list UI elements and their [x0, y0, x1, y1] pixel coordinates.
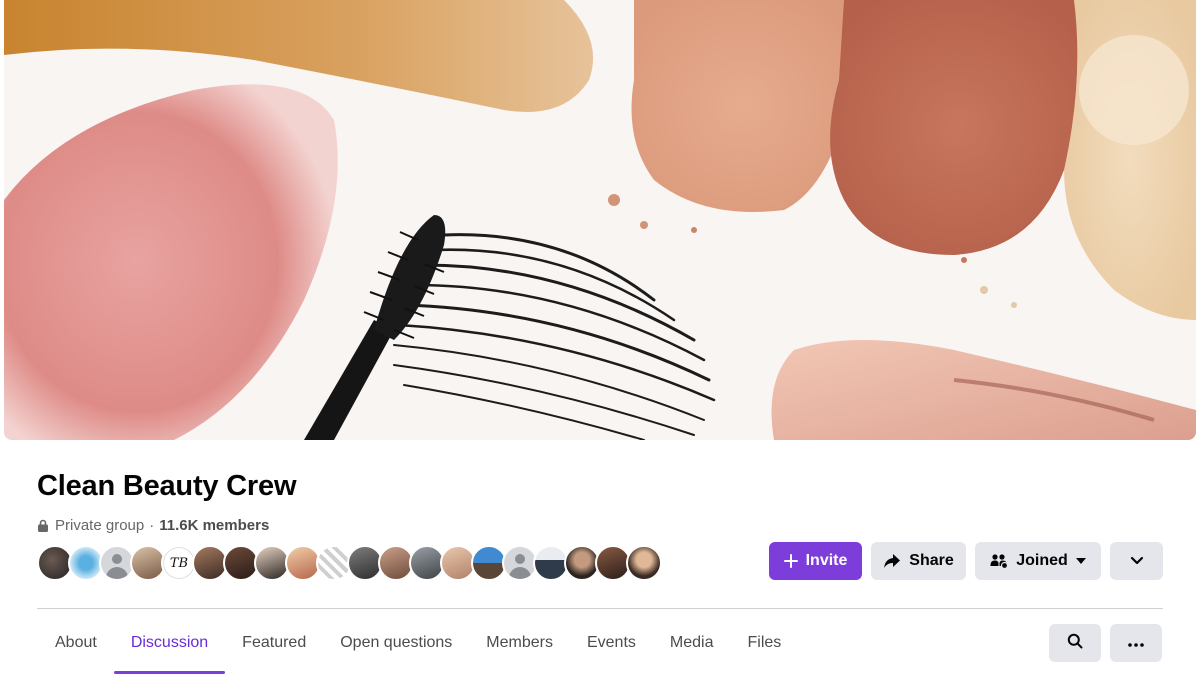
tab-events[interactable]: Events: [570, 618, 653, 668]
tab-featured[interactable]: Featured: [225, 618, 323, 668]
member-count[interactable]: 11.6K members: [159, 517, 269, 534]
invite-button[interactable]: Invite: [769, 542, 862, 580]
more-dots-button[interactable]: [1110, 624, 1162, 662]
group-meta: Private group · 11.6K members: [37, 515, 269, 535]
search-icon: [1067, 633, 1083, 654]
search-button[interactable]: [1049, 624, 1101, 662]
share-button[interactable]: Share: [871, 542, 966, 580]
cover-photo: [4, 0, 1196, 440]
member-avatars: TB: [37, 545, 662, 581]
tab-discussion[interactable]: Discussion: [113, 618, 226, 674]
tab-members[interactable]: Members: [469, 618, 570, 668]
people-icon: [990, 553, 1009, 569]
joined-label: Joined: [1016, 552, 1068, 569]
tab-media[interactable]: Media: [653, 618, 731, 668]
meta-separator: ·: [149, 516, 155, 534]
tab-about[interactable]: About: [38, 618, 114, 668]
caret-down-icon: [1075, 558, 1086, 564]
privacy-label[interactable]: Private group: [55, 517, 144, 534]
share-label: Share: [909, 552, 954, 569]
share-arrow-icon: [883, 553, 901, 569]
tab-files[interactable]: Files: [730, 618, 798, 668]
group-name: Clean Beauty Crew: [37, 470, 297, 502]
lock-icon: [37, 519, 49, 532]
tab-open-questions[interactable]: Open questions: [323, 618, 469, 668]
chevron-down-icon: [1130, 552, 1144, 570]
header-divider: [37, 608, 1163, 609]
plus-icon: [783, 554, 798, 568]
more-dots-icon: [1128, 634, 1144, 652]
more-options-button[interactable]: [1110, 542, 1163, 580]
joined-button[interactable]: Joined: [975, 542, 1101, 580]
group-tabs: About Discussion Featured Open questions…: [38, 618, 798, 676]
avatar[interactable]: [626, 545, 662, 581]
avatar-monogram: TB: [169, 555, 189, 571]
invite-label: Invite: [805, 552, 848, 569]
